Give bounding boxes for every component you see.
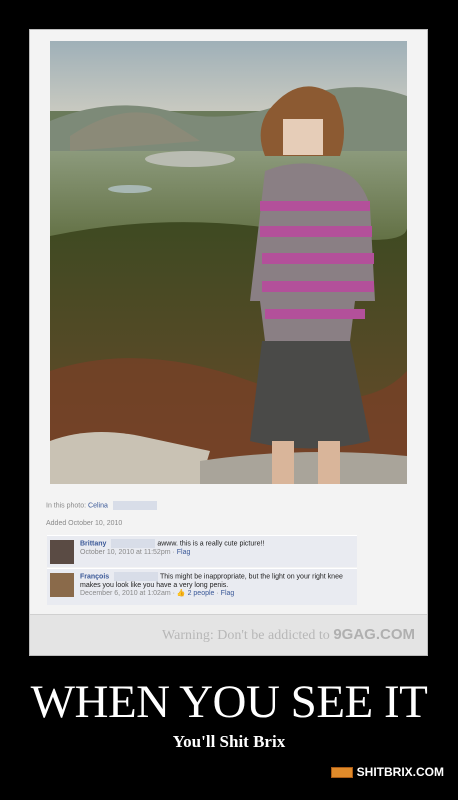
like-icon: 👍	[176, 590, 186, 598]
shitbrix-logo: SHITBRIX.COM	[330, 765, 444, 779]
comment-item: Brittany awww. this is a really cute pic…	[47, 535, 357, 567]
comment-timestamp: October 10, 2010 at 11:52pm	[80, 548, 171, 556]
comment-author-link[interactable]: François	[80, 573, 109, 580]
brick-icon	[330, 766, 353, 778]
photo-tag-line: In this photo: Celina	[46, 501, 157, 510]
flag-link[interactable]: Flag	[177, 549, 191, 556]
9gag-brand: 9GAG.COM	[333, 626, 415, 643]
likes-count-link[interactable]: 2 people	[188, 590, 215, 597]
logo-text: SHITBRIX.COM	[356, 765, 444, 779]
redacted-surname	[114, 572, 159, 581]
comment-author-link[interactable]: Brittany	[80, 540, 106, 547]
avatar[interactable]	[50, 573, 74, 597]
warning-bar: Warning: Don't be addicted to 9GAG.COM	[30, 614, 427, 655]
photo-illustration	[50, 41, 407, 484]
comment-timestamp: December 6, 2010 at 1:02am	[80, 590, 171, 598]
in-photo-label: In this photo:	[46, 502, 87, 510]
photo-added-date: Added October 10, 2010	[46, 520, 123, 527]
tagged-name-link[interactable]: Celina	[88, 502, 108, 509]
avatar[interactable]	[50, 540, 74, 564]
landscape-photo[interactable]	[50, 41, 407, 484]
flag-link[interactable]: Flag	[221, 590, 235, 597]
warning-text: Warning: Don't be addicted to	[162, 628, 330, 643]
redacted-surname	[112, 501, 157, 510]
comment-item: François This might be inappropriate, bu…	[47, 568, 357, 605]
redacted-surname	[111, 539, 156, 548]
poster-subline: You'll Shit Brix	[172, 732, 286, 751]
photo-card: In this photo: Celina Added October 10, …	[29, 29, 428, 656]
poster-headline: WHEN YOU SEE IT	[30, 676, 428, 728]
comment-text: awww. this is a really cute picture!!	[157, 540, 265, 548]
